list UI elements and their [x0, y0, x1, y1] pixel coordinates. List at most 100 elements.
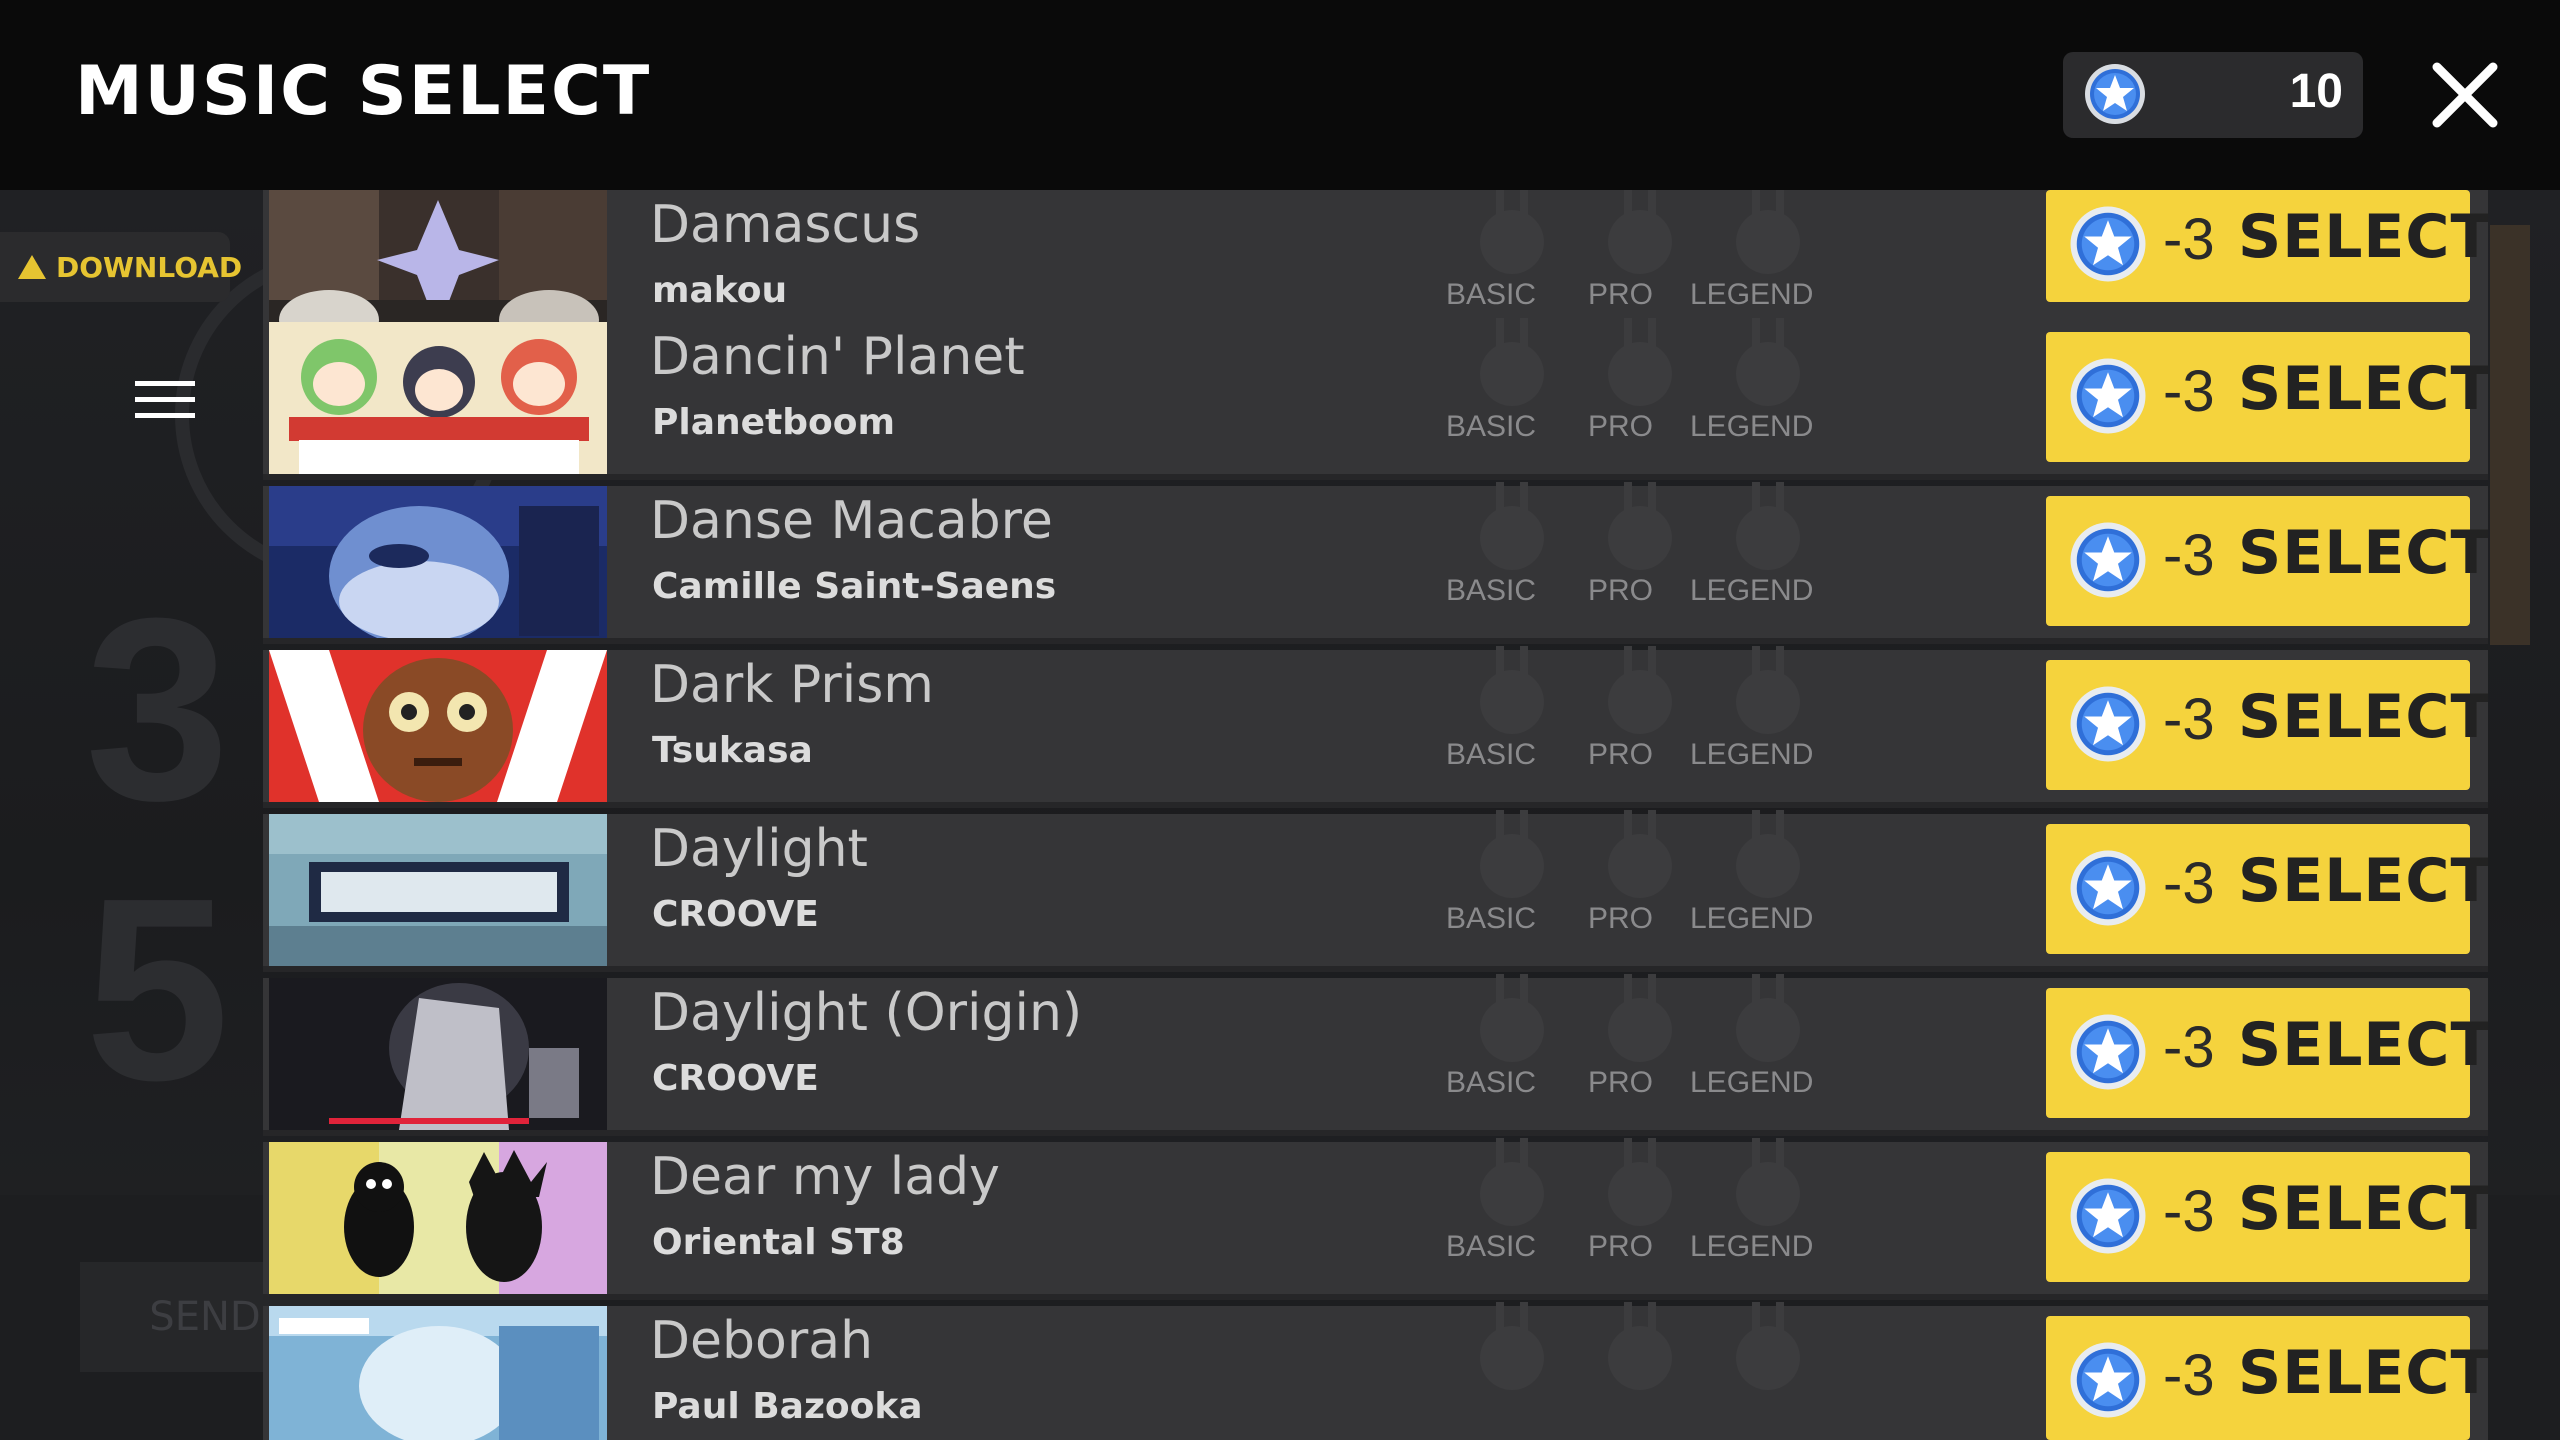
difficulty-legend: LEGEND — [1690, 902, 1814, 935]
song-row[interactable]: Deborah Paul Bazooka -3 SELECT — [263, 1302, 2488, 1440]
difficulty-legend: LEGEND — [1690, 278, 1814, 311]
background-digit: 3 — [85, 565, 230, 855]
difficulty-pro: PRO — [1588, 574, 1654, 607]
download-label: DOWNLOAD — [56, 250, 243, 284]
star-coin-icon — [2068, 356, 2148, 440]
select-label: SELECT — [2238, 682, 2488, 752]
select-button[interactable]: -3 SELECT — [2046, 496, 2488, 626]
header-bar: MUSIC SELECT 10 — [0, 0, 2560, 190]
song-row[interactable]: Danse Macabre Camille Saint-Saens BASIC … — [263, 482, 2488, 644]
song-title: Daylight — [650, 819, 868, 879]
download-tab[interactable]: DOWNLOAD — [0, 232, 242, 302]
difficulty-basic: BASIC — [1446, 278, 1537, 311]
page-title: MUSIC SELECT — [75, 52, 652, 131]
song-title: Dear my lady — [650, 1147, 1000, 1207]
select-cost: -3 — [2163, 523, 2215, 588]
medal-basic-icon — [1480, 1302, 1544, 1390]
medal-pro-icon — [1608, 646, 1672, 734]
difficulty-legend: LEGEND — [1690, 1066, 1814, 1099]
star-coin-icon — [2068, 1340, 2148, 1424]
medal-legend-icon — [1736, 190, 1800, 274]
song-artist: CROOVE — [652, 894, 819, 935]
medal-pro-icon — [1608, 1302, 1672, 1390]
album-art — [269, 978, 607, 1130]
medal-basic-icon — [1480, 318, 1544, 406]
song-title: Dark Prism — [650, 655, 934, 715]
select-label: SELECT — [2238, 1174, 2488, 1244]
credit-counter: 10 — [2063, 52, 2363, 138]
difficulty-pro: PRO — [1588, 410, 1654, 443]
album-art — [269, 486, 607, 638]
song-artist: Camille Saint-Saens — [652, 566, 1057, 607]
medal-pro-icon — [1608, 318, 1672, 406]
medal-basic-icon — [1480, 646, 1544, 734]
select-button[interactable]: -3 SELECT — [2046, 1152, 2488, 1282]
menu-button[interactable] — [130, 375, 200, 425]
select-button[interactable]: -3 SELECT — [2046, 190, 2488, 302]
medal-legend-icon — [1736, 1302, 1800, 1390]
medal-pro-icon — [1608, 1138, 1672, 1226]
star-coin-icon — [2068, 1012, 2148, 1096]
song-artist: CROOVE — [652, 1058, 819, 1099]
medal-pro-icon — [1608, 482, 1672, 570]
medal-legend-icon — [1736, 974, 1800, 1062]
album-art — [269, 650, 607, 802]
select-label: SELECT — [2238, 846, 2488, 916]
song-row[interactable]: Dancin' Planet Planetboom BASIC PRO LEGE… — [263, 318, 2488, 480]
medal-pro-icon — [1608, 810, 1672, 898]
select-label: SELECT — [2238, 202, 2488, 272]
song-title: Dancin' Planet — [650, 327, 1025, 387]
close-button[interactable] — [2425, 55, 2505, 135]
credit-value: 10 — [2289, 65, 2343, 118]
song-artist: makou — [652, 270, 788, 311]
medal-basic-icon — [1480, 1138, 1544, 1226]
medal-pro-icon — [1608, 190, 1672, 274]
select-label: SELECT — [2238, 518, 2488, 588]
difficulty-legend: LEGEND — [1690, 410, 1814, 443]
close-icon — [2432, 62, 2498, 128]
difficulty-basic: BASIC — [1446, 410, 1537, 443]
select-button[interactable]: -3 SELECT — [2046, 660, 2488, 790]
warning-triangle-icon — [18, 255, 46, 279]
star-coin-icon — [2068, 848, 2148, 932]
song-row[interactable]: Dear my lady Oriental ST8 BASIC PRO LEGE… — [263, 1138, 2488, 1300]
song-artist: Planetboom — [652, 402, 896, 443]
difficulty-basic: BASIC — [1446, 738, 1537, 771]
medal-basic-icon — [1480, 190, 1544, 274]
select-cost: -3 — [2163, 851, 2215, 916]
difficulty-basic: BASIC — [1446, 1230, 1537, 1263]
album-art — [269, 814, 607, 966]
hamburger-icon — [135, 381, 195, 418]
select-button[interactable]: -3 SELECT — [2046, 1316, 2488, 1440]
select-button[interactable]: -3 SELECT — [2046, 988, 2488, 1118]
star-coin-icon — [2068, 1176, 2148, 1260]
difficulty-pro: PRO — [1588, 738, 1654, 771]
song-row[interactable]: Daylight (Origin) CROOVE BASIC PRO LEGEN… — [263, 974, 2488, 1136]
select-cost: -3 — [2163, 1015, 2215, 1080]
song-artist: Paul Bazooka — [652, 1386, 923, 1427]
background-digit: 5 — [85, 845, 230, 1135]
song-title: Deborah — [650, 1311, 874, 1371]
difficulty-legend: LEGEND — [1690, 1230, 1814, 1263]
medal-basic-icon — [1480, 482, 1544, 570]
medal-basic-icon — [1480, 810, 1544, 898]
difficulty-pro: PRO — [1588, 1230, 1654, 1263]
medal-legend-icon — [1736, 482, 1800, 570]
select-button[interactable]: -3 SELECT — [2046, 332, 2488, 462]
select-label: SELECT — [2238, 1338, 2488, 1408]
song-row[interactable]: Dark Prism Tsukasa BASIC PRO LEGEND -3 S… — [263, 646, 2488, 808]
album-art — [269, 1306, 607, 1440]
background-side-panel — [2490, 225, 2530, 645]
difficulty-pro: PRO — [1588, 902, 1654, 935]
medal-basic-icon — [1480, 974, 1544, 1062]
song-title: Daylight (Origin) — [650, 983, 1083, 1043]
star-coin-icon — [2083, 62, 2147, 130]
difficulty-legend: LEGEND — [1690, 738, 1814, 771]
select-cost: -3 — [2163, 687, 2215, 752]
select-cost: -3 — [2163, 1179, 2215, 1244]
song-artist: Tsukasa — [652, 730, 813, 771]
song-list[interactable]: Damascus makou BASIC PRO LEGEND -3 SELEC… — [263, 190, 2488, 1440]
song-row[interactable]: Daylight CROOVE BASIC PRO LEGEND -3 SELE… — [263, 810, 2488, 972]
select-button[interactable]: -3 SELECT — [2046, 824, 2488, 954]
star-coin-icon — [2068, 520, 2148, 604]
